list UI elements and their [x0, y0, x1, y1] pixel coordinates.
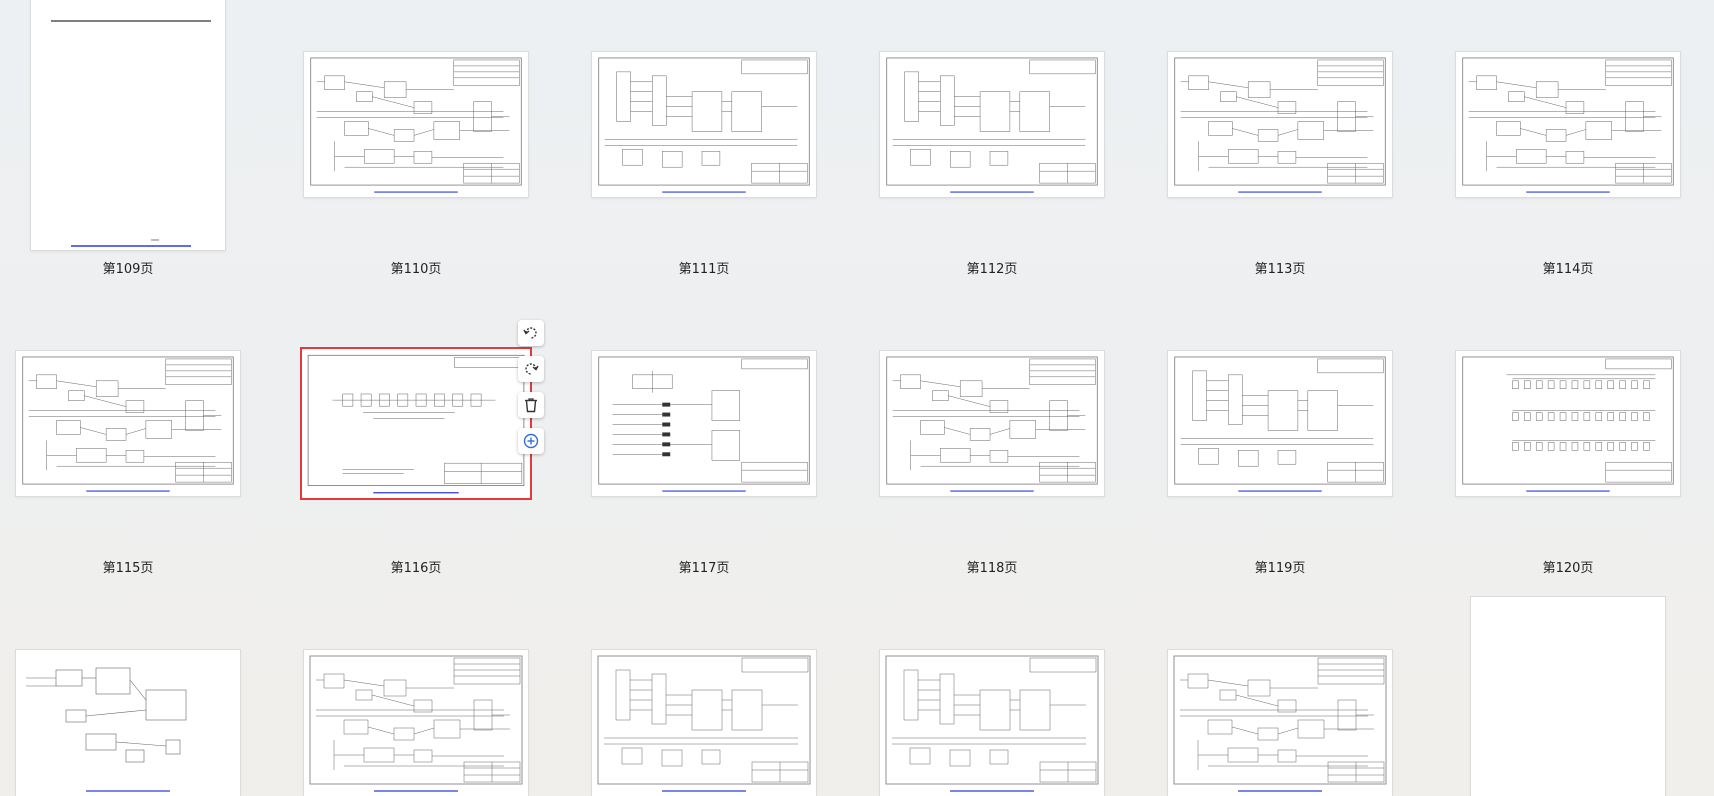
page-thumbnail-119[interactable]: [1168, 351, 1392, 496]
delete-icon: [525, 398, 537, 413]
page-thumbnail-115[interactable]: [16, 351, 240, 496]
delete-page-button[interactable]: [518, 392, 544, 418]
page-label: 第110页: [390, 262, 442, 277]
page-thumbnail-126[interactable]: [1471, 597, 1665, 796]
page-preview: [592, 351, 816, 496]
insert-page-icon: [523, 433, 539, 449]
page-thumbnail-113[interactable]: [1168, 52, 1392, 197]
page-label: 第113页: [1254, 262, 1306, 277]
page-preview: [1471, 597, 1665, 796]
page-thumbnail-112[interactable]: [880, 52, 1104, 197]
page-label: 第111页: [678, 262, 730, 277]
page-preview: [1168, 351, 1392, 496]
page-thumbnail-114[interactable]: [1456, 52, 1680, 197]
page-label: 第115页: [102, 561, 154, 576]
page-thumbnail-124[interactable]: [880, 650, 1104, 796]
page-thumbnail-110[interactable]: [304, 52, 528, 197]
page-preview: [16, 351, 240, 496]
page-thumbnail-109[interactable]: [31, 0, 225, 250]
page-thumbnail-118[interactable]: [880, 351, 1104, 496]
page-preview: [592, 52, 816, 197]
page-preview: [51, 20, 211, 247]
page-preview: [1168, 52, 1392, 197]
page-label: 第118页: [966, 561, 1018, 576]
page-preview: [880, 650, 1104, 796]
page-preview: [880, 52, 1104, 197]
rotate-left-icon: [523, 327, 537, 339]
page-preview: [880, 351, 1104, 496]
page-label: 第116页: [390, 561, 442, 576]
page-thumbnail-117[interactable]: [592, 351, 816, 496]
page-preview: [1456, 351, 1680, 496]
rotate-left-button[interactable]: [518, 320, 544, 346]
rotate-right-icon: [525, 363, 539, 375]
page-thumbnail-123[interactable]: [592, 650, 816, 796]
page-thumbnail-122[interactable]: [304, 650, 528, 796]
page-thumbnail-111[interactable]: [592, 52, 816, 197]
page-label: 第117页: [678, 561, 730, 576]
page-label: 第109页: [102, 262, 154, 277]
page-label: 第112页: [966, 262, 1018, 277]
page-label: 第114页: [1542, 262, 1594, 277]
page-label: 第119页: [1254, 561, 1306, 576]
page-label: 第120页: [1542, 561, 1594, 576]
page-thumbnail-120[interactable]: [1456, 351, 1680, 496]
page-thumbnail-121[interactable]: [16, 650, 240, 796]
page-preview: [304, 52, 528, 197]
page-preview: [592, 650, 816, 796]
page-preview: [16, 650, 240, 796]
page-thumbnail-125[interactable]: [1168, 650, 1392, 796]
rotate-right-button[interactable]: [518, 356, 544, 382]
page-preview: [1456, 52, 1680, 197]
page-preview: [304, 650, 528, 796]
page-thumbnail-116[interactable]: [302, 349, 530, 498]
page-preview: [1168, 650, 1392, 796]
page-preview: [302, 349, 530, 498]
insert-page-button[interactable]: [518, 428, 544, 454]
